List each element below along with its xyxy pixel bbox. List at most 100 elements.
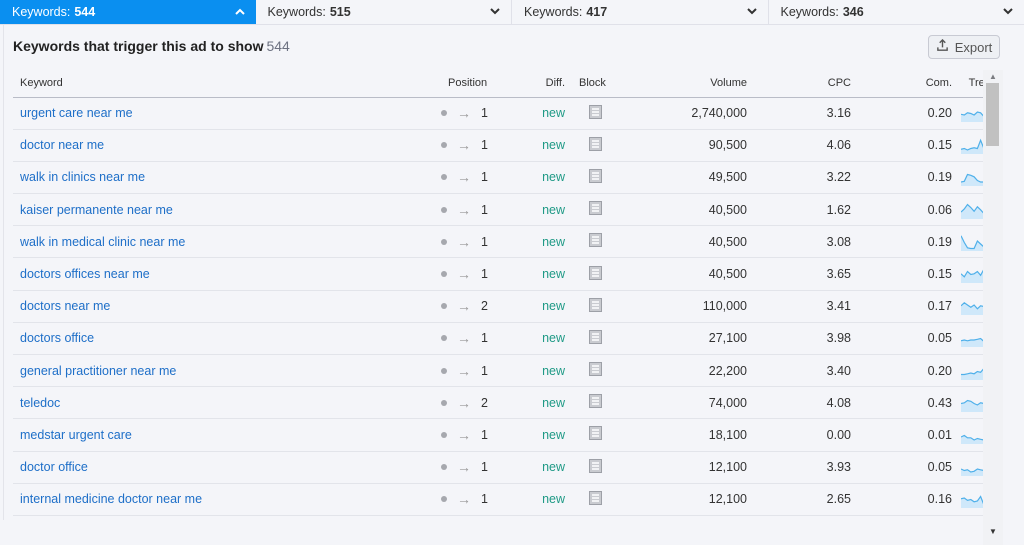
keyword-total: 544 bbox=[266, 38, 289, 54]
block-icon[interactable] bbox=[589, 169, 602, 183]
block-icon[interactable] bbox=[589, 137, 602, 151]
arrow-right-icon: → bbox=[457, 137, 471, 153]
col-volume[interactable]: Volume bbox=[615, 69, 747, 97]
cpc-cell: 3.93 bbox=[747, 451, 851, 483]
position-cell: →1 bbox=[431, 161, 517, 193]
block-icon[interactable] bbox=[589, 330, 602, 344]
keyword-link[interactable]: general practitioner near me bbox=[20, 364, 176, 378]
keyword-cell: general practitioner near me bbox=[13, 355, 431, 387]
block-icon[interactable] bbox=[589, 298, 602, 312]
volume-cell: 90,500 bbox=[615, 129, 747, 161]
diff-cell: new bbox=[517, 451, 575, 483]
tab-label: Keywords:417 bbox=[524, 5, 607, 19]
volume-cell: 74,000 bbox=[615, 387, 747, 419]
keyword-link[interactable]: teledoc bbox=[20, 396, 60, 410]
arrow-right-icon: → bbox=[457, 202, 471, 218]
keyword-link[interactable]: doctor office bbox=[20, 460, 88, 474]
col-block[interactable]: Block bbox=[575, 69, 615, 97]
export-button[interactable]: Export bbox=[928, 35, 1000, 59]
table-row: doctors near me →2 new 110,000 3.41 0.17 bbox=[13, 290, 997, 322]
com-cell: 0.20 bbox=[851, 355, 952, 387]
diff-cell: new bbox=[517, 161, 575, 193]
block-icon[interactable] bbox=[589, 426, 602, 440]
tab-keywords-346[interactable]: Keywords:346 bbox=[769, 0, 1024, 24]
keyword-link[interactable]: medstar urgent care bbox=[20, 428, 132, 442]
keyword-link[interactable]: doctors office bbox=[20, 331, 94, 345]
dot-icon bbox=[441, 335, 447, 341]
diff-cell: new bbox=[517, 419, 575, 451]
position-value: 1 bbox=[481, 235, 488, 249]
table-row: general practitioner near me →1 new 22,2… bbox=[13, 355, 997, 387]
cpc-cell: 0.00 bbox=[747, 419, 851, 451]
volume-cell: 18,100 bbox=[615, 419, 747, 451]
tab-keywords-417[interactable]: Keywords:417 bbox=[512, 0, 769, 24]
keywords-panel: Keywords that trigger this ad to show544… bbox=[3, 25, 1003, 520]
table-row: urgent care near me →1 new 2,740,000 3.1… bbox=[13, 97, 997, 129]
block-cell bbox=[575, 419, 615, 451]
keyword-link[interactable]: walk in medical clinic near me bbox=[20, 235, 185, 249]
arrow-right-icon: → bbox=[457, 491, 471, 507]
position-cell: →2 bbox=[431, 290, 517, 322]
cpc-cell: 3.40 bbox=[747, 355, 851, 387]
table-row: medstar urgent care →1 new 18,100 0.00 0… bbox=[13, 419, 997, 451]
block-cell bbox=[575, 387, 615, 419]
scroll-up-arrow-icon[interactable]: ▲ bbox=[983, 70, 1003, 82]
diff-badge: new bbox=[542, 428, 565, 442]
keyword-link[interactable]: internal medicine doctor near me bbox=[20, 492, 202, 506]
block-icon[interactable] bbox=[589, 233, 602, 247]
com-cell: 0.19 bbox=[851, 226, 952, 258]
col-diff[interactable]: Diff. bbox=[517, 69, 575, 97]
volume-cell: 27,100 bbox=[615, 322, 747, 354]
block-cell bbox=[575, 355, 615, 387]
block-icon[interactable] bbox=[589, 362, 602, 376]
tab-keywords-544[interactable]: Keywords:544 bbox=[0, 0, 256, 24]
block-icon[interactable] bbox=[589, 266, 602, 280]
block-cell bbox=[575, 322, 615, 354]
block-icon[interactable] bbox=[589, 105, 602, 119]
col-cpc[interactable]: CPC bbox=[747, 69, 851, 97]
block-icon[interactable] bbox=[589, 491, 602, 505]
diff-cell: new bbox=[517, 129, 575, 161]
upload-icon bbox=[936, 39, 949, 55]
scrollbar-thumb[interactable] bbox=[986, 83, 999, 146]
keyword-link[interactable]: doctor near me bbox=[20, 138, 104, 152]
col-com[interactable]: Com. bbox=[851, 69, 952, 97]
col-keyword[interactable]: Keyword bbox=[13, 69, 431, 97]
cpc-cell: 2.65 bbox=[747, 483, 851, 515]
volume-cell: 40,500 bbox=[615, 226, 747, 258]
tab-label: Keywords:544 bbox=[12, 5, 95, 19]
position-cell: →1 bbox=[431, 258, 517, 290]
com-cell: 0.05 bbox=[851, 322, 952, 354]
cpc-cell: 3.98 bbox=[747, 322, 851, 354]
table-row: internal medicine doctor near me →1 new … bbox=[13, 483, 997, 515]
keyword-link[interactable]: doctors offices near me bbox=[20, 267, 150, 281]
keyword-link[interactable]: urgent care near me bbox=[20, 106, 133, 120]
block-icon[interactable] bbox=[589, 201, 602, 215]
dot-icon bbox=[441, 110, 447, 116]
block-icon[interactable] bbox=[589, 394, 602, 408]
keyword-link[interactable]: walk in clinics near me bbox=[20, 170, 145, 184]
diff-cell: new bbox=[517, 387, 575, 419]
cpc-cell: 3.41 bbox=[747, 290, 851, 322]
diff-cell: new bbox=[517, 355, 575, 387]
table-header-row: Keyword Position Diff. Block Volume CPC … bbox=[13, 69, 997, 97]
keyword-link[interactable]: doctors near me bbox=[20, 299, 110, 313]
keyword-link[interactable]: kaiser permanente near me bbox=[20, 203, 173, 217]
diff-badge: new bbox=[542, 492, 565, 506]
col-position[interactable]: Position bbox=[431, 69, 517, 97]
position-cell: →1 bbox=[431, 226, 517, 258]
dot-icon bbox=[441, 174, 447, 180]
tab-keywords-515[interactable]: Keywords:515 bbox=[256, 0, 513, 24]
position-cell: →1 bbox=[431, 194, 517, 226]
position-value: 2 bbox=[481, 299, 488, 313]
chevron-down-icon bbox=[1002, 6, 1014, 18]
vertical-scrollbar[interactable]: ▲ ▼ bbox=[983, 70, 1003, 545]
block-icon[interactable] bbox=[589, 459, 602, 473]
position-cell: →1 bbox=[431, 451, 517, 483]
diff-badge: new bbox=[542, 203, 565, 217]
block-cell bbox=[575, 194, 615, 226]
position-cell: →2 bbox=[431, 387, 517, 419]
block-cell bbox=[575, 451, 615, 483]
position-value: 1 bbox=[481, 364, 488, 378]
scroll-down-arrow-icon[interactable]: ▼ bbox=[983, 525, 1003, 537]
